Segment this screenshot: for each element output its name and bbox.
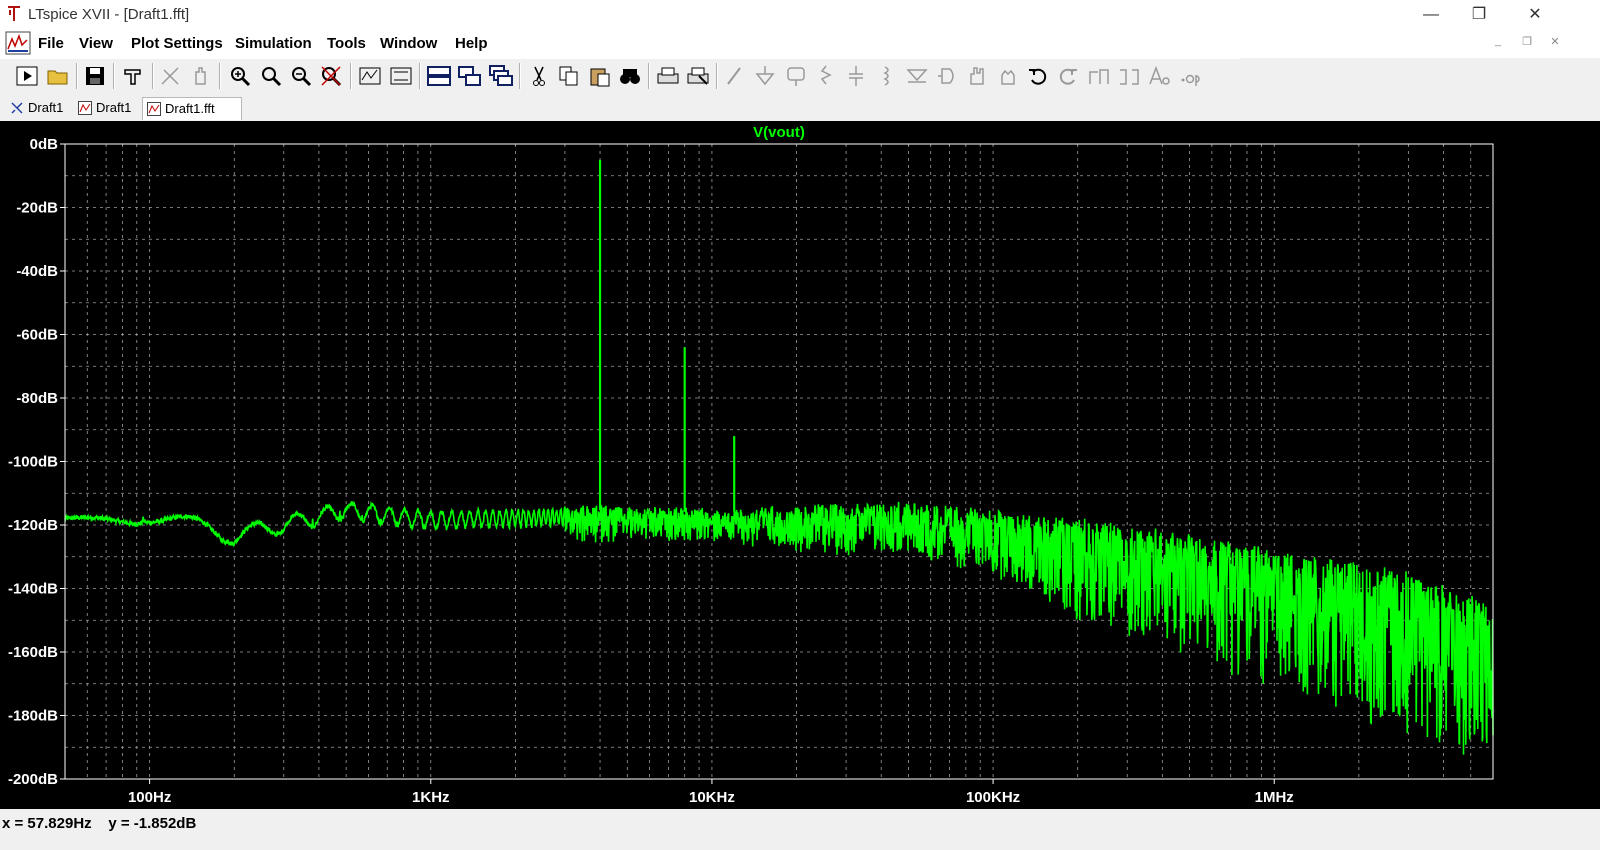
resistor-icon[interactable] [813,62,839,90]
minimize-button[interactable]: — [1408,0,1454,30]
open-icon[interactable] [45,62,71,90]
trace-vout[interactable] [64,159,1494,755]
menu-bar: File View Plot Settings Simulation Tools… [0,30,1600,58]
mdi-close-button[interactable]: ✕ [1544,35,1566,48]
waveform-document-icon[interactable] [5,31,31,55]
inductor-icon[interactable] [873,62,899,90]
pick-visible-traces-icon[interactable] [158,62,184,90]
status-bar: x = 57.829Hz y = -1.852dB [0,810,1600,850]
run-icon[interactable] [14,62,40,90]
ground-icon[interactable] [752,62,778,90]
component-icon[interactable] [934,62,960,90]
y-tick-label: 0dB [30,136,59,153]
tile-vertical-icon[interactable] [457,62,483,90]
y-tick-label: -80dB [16,390,58,407]
y-tick-label: -120dB [8,517,58,534]
zoom-cancel-icon[interactable] [318,62,344,90]
window-title: LTspice XVII - [Draft1.fft] [28,6,190,23]
document-tab-bar: Draft1 Draft1 Draft1.fft [0,95,1600,121]
y-tick-label: -140dB [8,581,58,598]
x-tick-label: 100KHz [966,789,1020,806]
paste-icon[interactable] [587,62,613,90]
close-button[interactable]: ✕ [1512,0,1558,30]
zoom-area-icon[interactable] [258,62,284,90]
mdi-minimize-button[interactable]: _ [1487,35,1509,47]
menu-tools[interactable]: Tools [327,35,366,52]
waveform-icon [78,101,92,115]
y-tick-label: -100dB [8,454,58,471]
menu-simulation[interactable]: Simulation [235,35,312,52]
print-icon[interactable] [655,62,681,90]
tab-label: Draft1 [96,100,132,115]
mirror-icon[interactable] [1116,62,1142,90]
y-tick-label: -160dB [8,644,58,661]
capacitor-icon[interactable] [843,62,869,90]
x-tick-label: 100Hz [128,789,171,806]
spice-directive-icon[interactable] [1177,62,1203,90]
menu-plot-settings[interactable]: Plot Settings [131,35,223,52]
undo-icon[interactable] [1025,62,1051,90]
print-preview-icon[interactable] [685,62,711,90]
schematic-icon [11,102,23,114]
text-icon[interactable] [1147,62,1173,90]
manual-limits-icon[interactable] [388,62,414,90]
cut-icon[interactable] [526,62,552,90]
tile-horizontal-icon[interactable] [426,62,452,90]
wire-icon[interactable] [722,62,748,90]
toolbar [0,58,1240,96]
axis-ticks: 0dB -20dB -40dB -60dB -80dB -100dB -120dB -140d… [8,136,1294,806]
save-icon[interactable] [82,62,108,90]
mdi-restore-button[interactable]: ❐ [1516,35,1538,48]
y-tick-label: -180dB [8,708,58,725]
move-icon[interactable] [964,62,990,90]
menu-window[interactable]: Window [380,35,437,52]
redo-icon[interactable] [1055,62,1081,90]
zoom-out-icon[interactable] [288,62,314,90]
fft-plot[interactable]: 0dB -20dB -40dB -60dB -80dB -100dB -120dB -140d… [0,121,1600,809]
x-tick-label: 10KHz [689,789,735,806]
x-tick-label: 1MHz [1255,789,1294,806]
control-panel-icon[interactable] [120,62,146,90]
drag-icon[interactable] [995,62,1021,90]
waveform-icon [147,102,161,116]
zoom-in-icon[interactable] [227,62,253,90]
tab-label: Draft1 [28,100,64,115]
copy-icon[interactable] [556,62,582,90]
cascade-icon[interactable] [488,62,514,90]
ltspice-logo-icon [6,5,22,23]
label-net-icon[interactable] [783,62,809,90]
rotate-icon[interactable] [1086,62,1112,90]
plot-grid [65,144,1493,779]
menu-view[interactable]: View [79,35,113,52]
pan-icon[interactable] [188,62,214,90]
menu-file[interactable]: File [38,35,64,52]
plot-pane[interactable]: 0dB -20dB -40dB -60dB -80dB -100dB -120dB -140d… [0,121,1600,809]
y-tick-label: -20dB [16,200,58,217]
maximize-button[interactable]: ❐ [1456,0,1502,30]
y-tick-label: -60dB [16,327,58,344]
title-bar: LTspice XVII - [Draft1.fft] — ❐ ✕ [0,0,1600,30]
trace-line [64,500,1494,755]
tab-draft1-fft[interactable]: Draft1.fft [142,97,242,120]
diode-icon[interactable] [904,62,930,90]
trace-label-vout[interactable]: V(vout) [753,124,805,141]
autorange-icon[interactable] [357,62,383,90]
cursor-readout: x = 57.829Hz y = -1.852dB [2,815,197,832]
y-tick-label: -200dB [8,771,58,788]
find-icon[interactable] [617,62,643,90]
tab-label: Draft1.fft [165,101,215,116]
y-tick-label: -40dB [16,263,58,280]
x-tick-label: 1KHz [412,789,450,806]
menu-help[interactable]: Help [455,35,488,52]
